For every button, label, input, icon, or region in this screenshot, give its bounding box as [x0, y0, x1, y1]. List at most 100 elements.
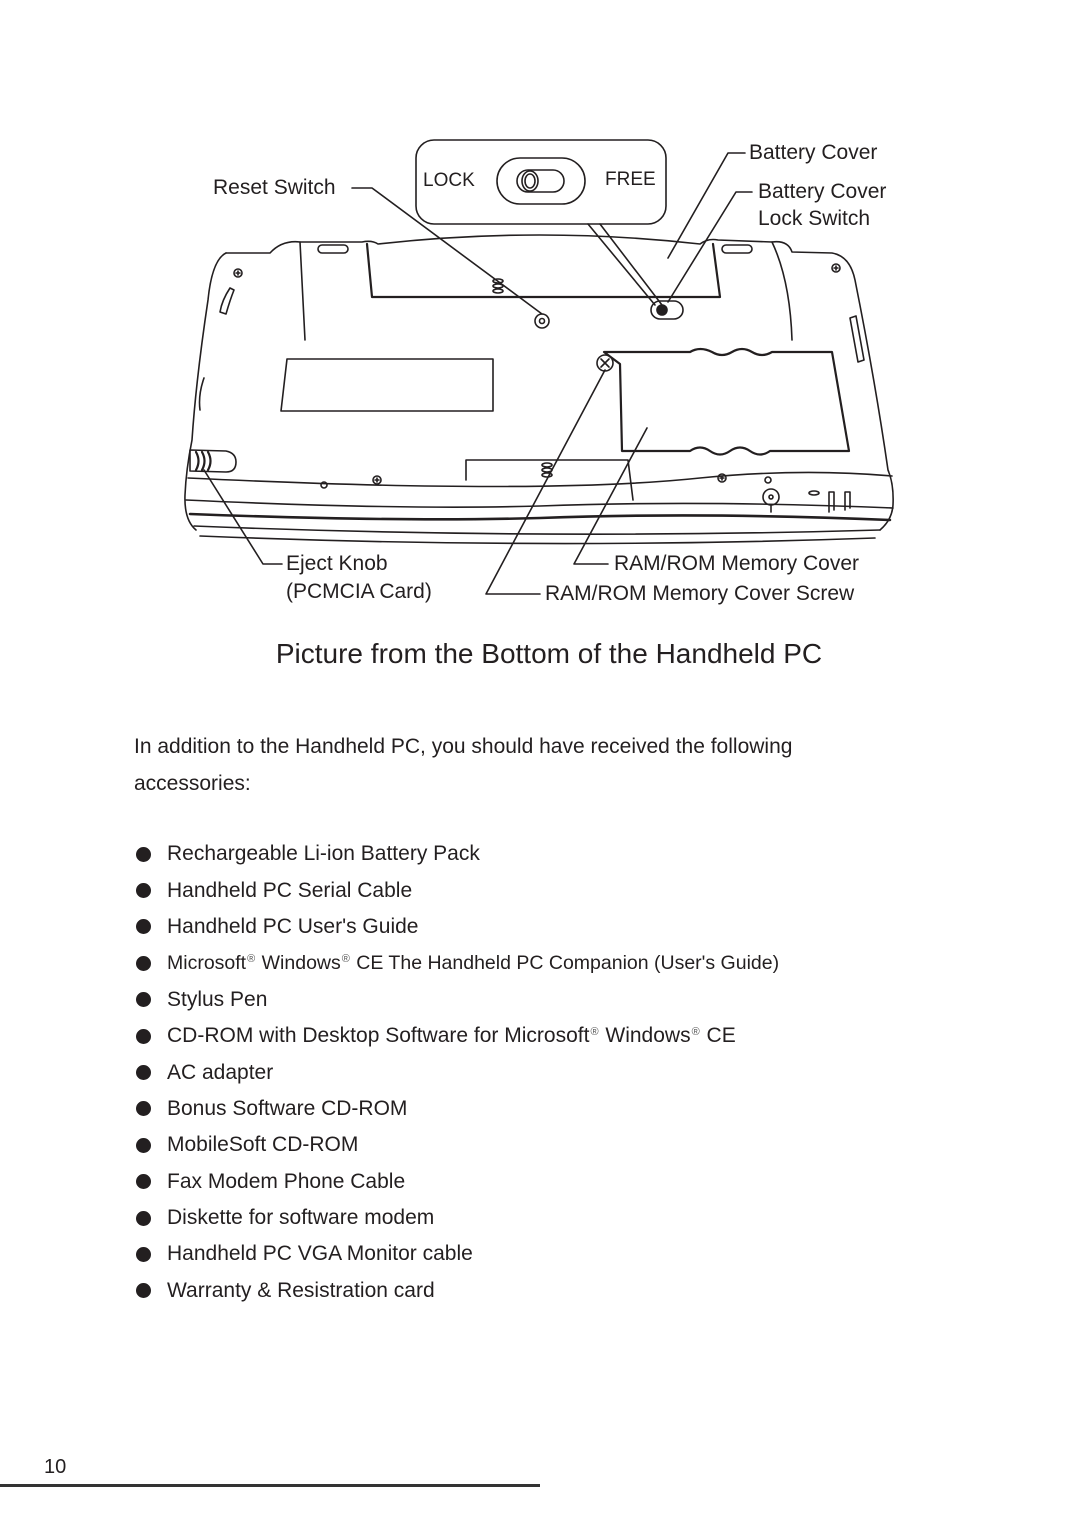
accessory-text: Microsoft® Windows® CE The Handheld PC C… — [167, 952, 779, 975]
reset-switch — [534, 313, 550, 329]
bullet-icon — [136, 883, 151, 899]
bullet-icon — [136, 992, 151, 1008]
accessory-item: AC adapter — [136, 1054, 779, 1090]
bullet-icon — [136, 1174, 151, 1190]
bullet-icon — [136, 1246, 151, 1262]
accessory-text: Fax Modem Phone Cable — [167, 1170, 405, 1194]
screw-icon — [717, 473, 727, 483]
ram-rom-cover-screw-leader — [485, 369, 606, 595]
accessory-text-part: Bonus Software CD-ROM — [167, 1096, 408, 1120]
reset-switch-label: Reset Switch — [213, 176, 336, 199]
body-seam-left — [299, 241, 306, 341]
bottom-panel-grip — [541, 462, 553, 468]
accessory-item: Handheld PC User's Guide — [136, 909, 779, 945]
battery-cover-lock-switch-label-line1: Battery Cover — [758, 180, 887, 203]
accessory-text: CD-ROM with Desktop Software for Microso… — [167, 1024, 736, 1048]
accessory-item: Microsoft® Windows® CE The Handheld PC C… — [136, 945, 779, 981]
registered-mark: ® — [247, 952, 256, 965]
product-label-area — [280, 358, 494, 412]
accessory-text-part: Handheld PC User's Guide — [167, 914, 419, 938]
bullet-icon — [136, 1101, 151, 1117]
accessory-text: MobileSoft CD-ROM — [167, 1133, 358, 1157]
accessory-text-part: CE — [700, 1024, 736, 1048]
dc-jack-center — [768, 494, 774, 500]
accessory-text-part: Handheld PC VGA Monitor cable — [167, 1242, 473, 1266]
registered-mark: ® — [590, 1026, 599, 1039]
accessory-item: MobileSoft CD-ROM — [136, 1127, 779, 1163]
indicator — [808, 490, 820, 496]
lock-slider-track — [496, 157, 586, 205]
bullet-icon — [136, 1210, 151, 1226]
body-seam-right — [771, 241, 793, 341]
bullet-icon — [136, 1137, 151, 1153]
accessory-text-part: Diskette for software modem — [167, 1206, 435, 1230]
page-number: 10 — [44, 1456, 67, 1478]
bullet-icon — [136, 1028, 151, 1044]
accessory-text: Bonus Software CD-ROM — [167, 1097, 407, 1121]
accessories-list: Rechargeable Li-ion Battery Pack Handheld… — [136, 836, 779, 1309]
side-latch-right — [849, 315, 865, 363]
ram-rom-cover-screw-label: RAM/ROM Memory Cover Screw — [545, 582, 855, 605]
side-latch-left — [219, 287, 235, 315]
accessory-text-part: Warranty & Resistration card — [167, 1278, 435, 1302]
accessory-item: Fax Modem Phone Cable — [136, 1164, 779, 1200]
accessory-text-part: Rechargeable Li-ion Battery Pack — [167, 842, 480, 866]
accessory-item: Rechargeable Li-ion Battery Pack — [136, 836, 779, 872]
bullet-icon — [136, 955, 151, 971]
device-band — [187, 471, 893, 488]
accessory-text-part: AC adapter — [167, 1060, 274, 1084]
eject-knob-ridges — [194, 450, 212, 472]
dc-jack — [762, 488, 780, 506]
accessory-text: Handheld PC Serial Cable — [167, 879, 412, 903]
accessory-text-part: Windows — [256, 951, 341, 974]
accessory-text: Handheld PC User's Guide — [167, 915, 418, 939]
intro-paragraph: In addition to the Handheld PC, you shou… — [134, 735, 793, 795]
device-band — [185, 499, 894, 509]
bullet-icon — [136, 919, 151, 935]
accessory-text: Handheld PC VGA Monitor cable — [167, 1242, 473, 1266]
bullet-icon — [136, 1065, 151, 1081]
accessory-text: Rechargeable Li-ion Battery Pack — [167, 842, 480, 866]
screw-icon — [233, 268, 243, 278]
battery-cover-label: Battery Cover — [749, 141, 878, 164]
accessory-text: AC adapter — [167, 1061, 273, 1085]
device-band — [188, 512, 892, 522]
battery-cover-lock-leader — [667, 191, 753, 303]
accessory-text-part: CD-ROM with Desktop Software for Microso… — [167, 1024, 590, 1048]
lock-slider-knob-inner — [524, 173, 536, 189]
accessory-text-part: Windows — [599, 1024, 691, 1048]
accessory-text-part: CE The Handheld PC Companion (User's Gui… — [350, 951, 780, 974]
device-bottom-diagram: LOCK FREE Battery Cover Reset Switch Bat… — [0, 0, 1080, 640]
accessory-text: Warranty & Resistration card — [167, 1279, 435, 1303]
battery-cover-lock-switch-label-line2: Lock Switch — [758, 207, 871, 230]
accessory-text: Diskette for software modem — [167, 1206, 434, 1230]
lock-label: LOCK — [423, 170, 475, 191]
screw-icon — [831, 263, 841, 273]
accessory-item: Stylus Pen — [136, 982, 779, 1018]
device-outline-left — [184, 252, 227, 531]
accessory-item: CD-ROM with Desktop Software for Microso… — [136, 1018, 779, 1054]
device-band — [199, 535, 876, 545]
bullet-icon — [136, 1283, 151, 1299]
hole — [764, 476, 772, 484]
footer-rule — [0, 1484, 540, 1487]
registered-mark: ® — [341, 952, 350, 965]
device-band — [193, 525, 881, 535]
battery-cover — [365, 242, 722, 299]
side-notch-left — [198, 377, 205, 411]
free-label: FREE — [605, 169, 656, 190]
reset-switch-center — [538, 317, 546, 325]
battery-cover-grip — [492, 288, 504, 294]
accessory-text-part: Stylus Pen — [167, 987, 268, 1011]
bottom-panel — [465, 459, 634, 501]
figure-caption: Picture from the Bottom of the Handheld … — [275, 638, 823, 669]
accessory-item: Handheld PC Serial Cable — [136, 872, 779, 908]
accessory-item: Bonus Software CD-ROM — [136, 1091, 779, 1127]
eject-knob-label-line1: Eject Knob — [286, 552, 388, 575]
accessory-item: Handheld PC VGA Monitor cable — [136, 1236, 779, 1272]
vent-right — [721, 244, 753, 254]
vent-left — [317, 244, 349, 254]
memory-cover-screw — [596, 354, 614, 372]
accessory-text-part: MobileSoft CD-ROM — [167, 1133, 359, 1157]
screw-icon — [372, 475, 382, 485]
